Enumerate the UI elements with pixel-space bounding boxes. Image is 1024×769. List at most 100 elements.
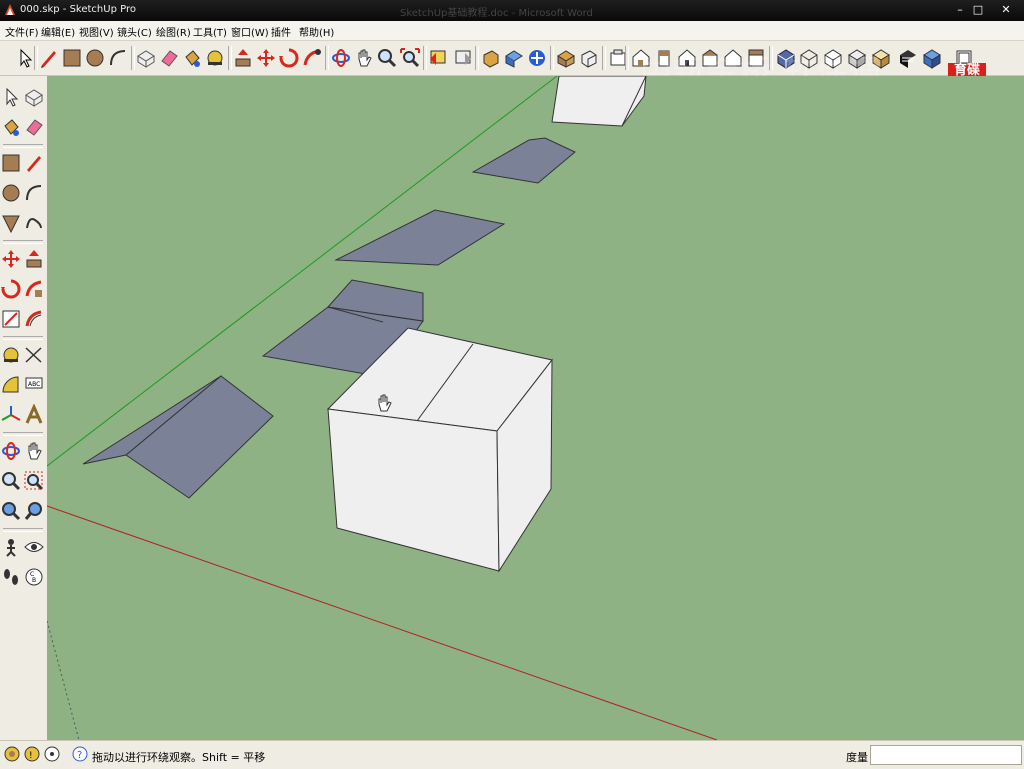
svg-text:ABC: ABC	[28, 381, 40, 388]
arc-icon[interactable]	[23, 182, 45, 204]
zoom-icon[interactable]	[0, 470, 22, 492]
roof-face-right[interactable]	[125, 375, 274, 499]
menu-file[interactable]: 文件(F)	[5, 24, 39, 39]
menu-edit[interactable]: 编辑(E)	[41, 24, 75, 39]
previous-view-icon[interactable]	[428, 47, 450, 69]
main-toolbar: 中新金桥 软件通 育碟 软件	[0, 41, 1024, 99]
status-bar: ! ? 拖动以进行环绕观察。Shift = 平移 度量	[0, 740, 1024, 769]
pan-icon[interactable]	[23, 440, 45, 462]
walk-icon[interactable]	[0, 566, 22, 588]
toolbar-separator	[550, 46, 554, 70]
text-icon[interactable]: ABC	[23, 374, 45, 396]
minimize-button[interactable]: –	[952, 2, 968, 18]
monochrome-icon[interactable]	[897, 47, 919, 69]
toolbar-separator	[3, 528, 43, 532]
make-component-icon[interactable]	[135, 47, 157, 69]
make-component-icon[interactable]	[23, 86, 45, 108]
menu-plugins[interactable]: 插件	[271, 24, 291, 39]
toolbar-separator	[325, 46, 329, 70]
select-icon[interactable]	[0, 86, 22, 108]
get-models-icon[interactable]	[503, 47, 525, 69]
zoom-icon[interactable]	[376, 47, 398, 69]
3d-text-icon[interactable]	[23, 404, 45, 426]
iso-view-icon[interactable]	[555, 47, 577, 69]
section-plane-icon[interactable]	[480, 47, 502, 69]
orbit-icon[interactable]	[0, 440, 22, 462]
circle-icon[interactable]	[84, 47, 106, 69]
toolbar-separator	[3, 144, 43, 148]
zoom-extents-icon[interactable]	[399, 47, 421, 69]
position-camera-icon[interactable]	[0, 536, 22, 558]
status-message: 拖动以进行环绕观察。Shift = 平移	[92, 751, 266, 764]
freehand-icon[interactable]	[23, 212, 45, 234]
pan-icon[interactable]	[353, 47, 375, 69]
line-icon[interactable]	[23, 152, 45, 174]
gray-face-small[interactable]	[471, 137, 576, 184]
geo-location-icon[interactable]	[4, 746, 20, 762]
next-view-icon[interactable]	[23, 500, 45, 522]
background-window-title: SketchUp基础教程.doc - Microsoft Word	[400, 8, 593, 19]
zoom-window-icon[interactable]	[23, 470, 45, 492]
model-canvas[interactable]	[47, 76, 1024, 740]
next-view-icon[interactable]	[451, 47, 473, 69]
box-front-face[interactable]	[327, 408, 500, 572]
svg-text:!: !	[29, 751, 33, 761]
menu-camera[interactable]: 镜头(C)	[117, 24, 152, 39]
svg-text:?: ?	[77, 750, 82, 761]
menu-draw[interactable]: 绘图(R)	[156, 24, 191, 39]
push-pull-icon[interactable]	[232, 47, 254, 69]
user-icon[interactable]	[44, 746, 60, 762]
move-icon[interactable]	[0, 248, 22, 270]
dimension-icon[interactable]	[23, 344, 45, 366]
section-plane-icon[interactable]: CB	[23, 566, 45, 588]
partial-box-far[interactable]	[551, 76, 647, 127]
rotate-icon[interactable]	[0, 278, 22, 300]
drawing-viewport[interactable]	[47, 76, 1024, 740]
polygon-icon[interactable]	[0, 212, 22, 234]
axes-icon[interactable]	[0, 404, 22, 426]
menu-window[interactable]: 窗口(W)	[231, 24, 269, 39]
measurements-input[interactable]	[870, 745, 1022, 765]
paint-bucket-icon[interactable]	[0, 116, 22, 138]
measurements-label: 度量	[846, 751, 868, 764]
eraser-icon[interactable]	[23, 116, 45, 138]
credits-icon[interactable]: !	[24, 746, 40, 762]
close-button[interactable]: ✕	[998, 2, 1014, 18]
share-model-icon[interactable]	[526, 47, 548, 69]
look-around-icon[interactable]	[23, 536, 45, 558]
push-pull-icon[interactable]	[23, 248, 45, 270]
rectangle-icon[interactable]	[61, 47, 83, 69]
tape-measure-icon[interactable]	[204, 47, 226, 69]
shadows-icon[interactable]	[921, 47, 943, 69]
gray-face-medium[interactable]	[334, 209, 506, 266]
follow-me-icon[interactable]	[301, 47, 323, 69]
move-icon[interactable]	[255, 47, 277, 69]
menu-help[interactable]: 帮助(H)	[299, 24, 334, 39]
follow-me-icon[interactable]	[23, 278, 45, 300]
rectangle-icon[interactable]	[0, 152, 22, 174]
paint-bucket-icon[interactable]	[181, 47, 203, 69]
pencil-icon[interactable]	[38, 47, 60, 69]
tape-measure-icon[interactable]	[0, 344, 22, 366]
protractor-icon[interactable]	[0, 374, 22, 396]
toolbar-separator	[3, 240, 43, 244]
eraser-icon[interactable]	[158, 47, 180, 69]
maximize-button[interactable]: □	[970, 2, 986, 18]
toolbar-separator	[3, 336, 43, 340]
select-icon[interactable]	[14, 47, 36, 69]
toolbar-separator	[625, 46, 629, 70]
rotate-icon[interactable]	[278, 47, 300, 69]
menu-view[interactable]: 视图(V)	[79, 24, 114, 39]
offset-icon[interactable]	[23, 308, 45, 330]
previous-view-icon[interactable]	[0, 500, 22, 522]
orbit-icon[interactable]	[330, 47, 352, 69]
help-icon[interactable]: ?	[72, 746, 88, 762]
window-title: 000.skp - SketchUp Pro	[20, 4, 136, 15]
sketchup-app-icon[interactable]	[3, 3, 17, 17]
menu-tools[interactable]: 工具(T)	[193, 24, 227, 39]
arc-icon[interactable]	[107, 47, 129, 69]
circle-icon[interactable]	[0, 182, 22, 204]
scale-icon[interactable]	[0, 308, 22, 330]
component-browse-icon[interactable]	[578, 47, 600, 69]
title-bar: 000.skp - SketchUp Pro SketchUp基础教程.doc …	[0, 0, 1024, 21]
